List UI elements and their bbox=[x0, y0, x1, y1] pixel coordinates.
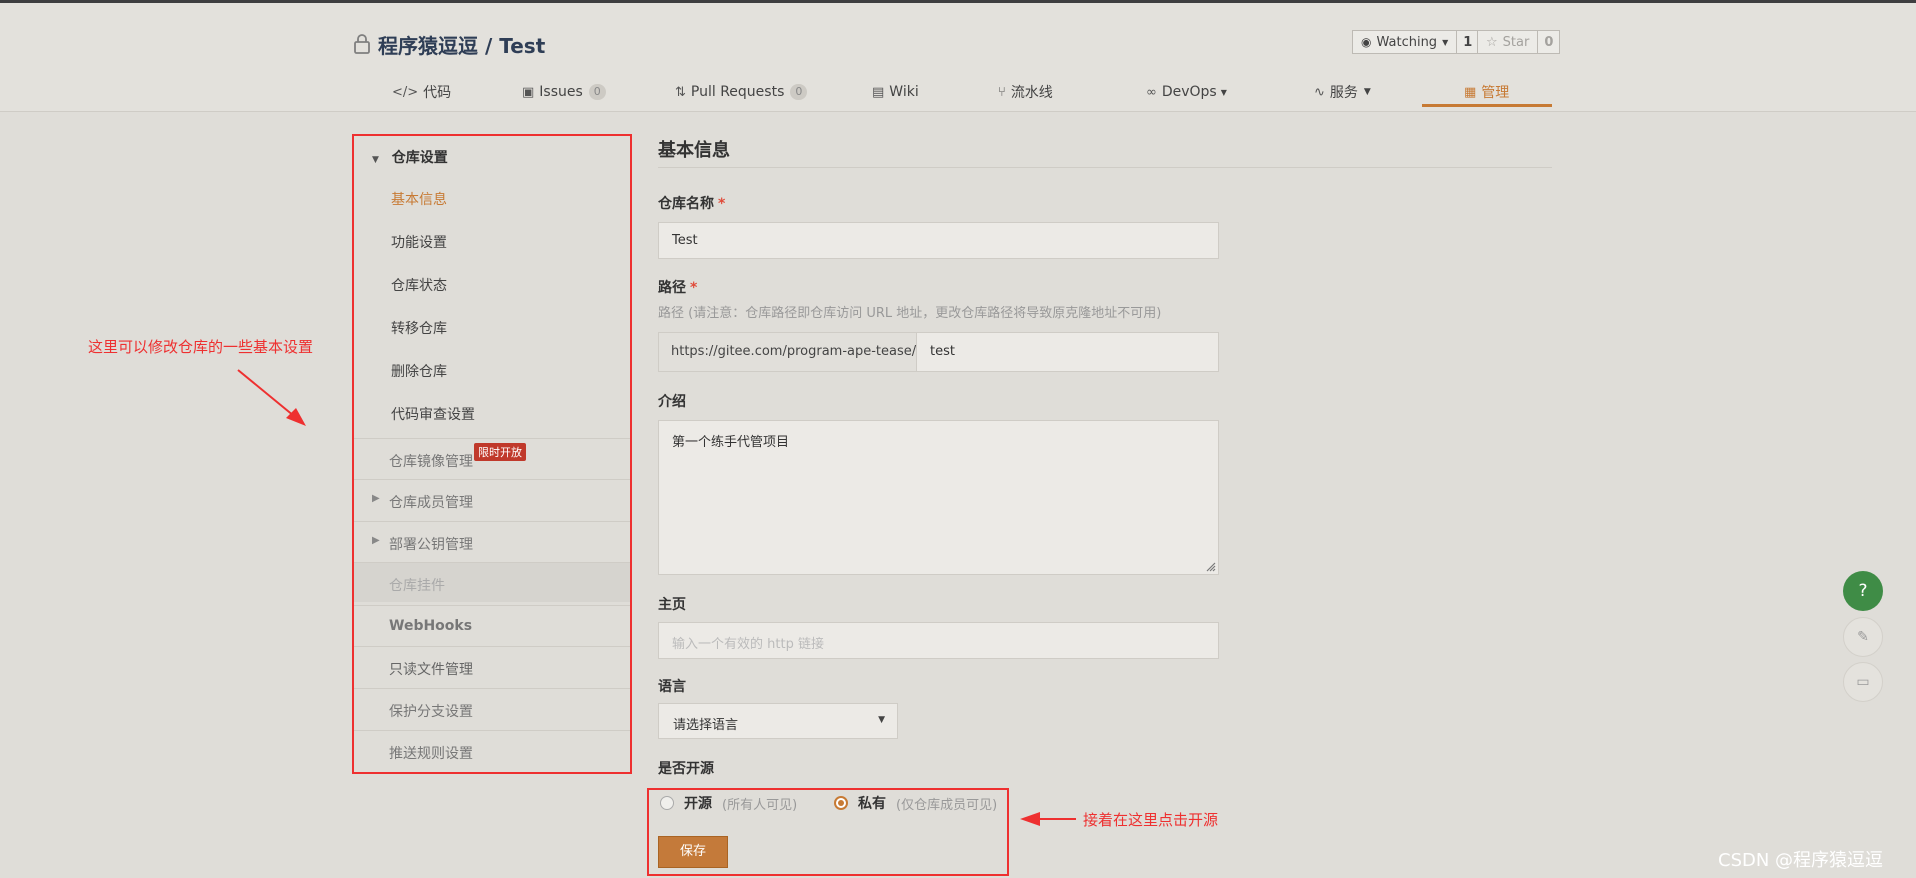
repo-title: 程序猿逗逗 / Test bbox=[378, 30, 545, 59]
lock-icon bbox=[354, 34, 370, 54]
help-button[interactable]: ? bbox=[1843, 571, 1883, 611]
star-label: Star bbox=[1502, 34, 1530, 50]
language-select[interactable]: 请选择语言 ▼ bbox=[658, 703, 898, 739]
title-divider bbox=[658, 167, 1552, 168]
watching-count[interactable]: 1 bbox=[1457, 30, 1480, 54]
language-selected: 请选择语言 bbox=[673, 718, 739, 733]
annotation-arrow-left bbox=[237, 369, 306, 426]
repo-name-input[interactable]: Test bbox=[658, 222, 1219, 259]
repo-header: 程序猿逗逗 / Test ◉ Watching ▼ 1 ☆ Star 0 </>… bbox=[0, 3, 1916, 112]
star-icon: ☆ bbox=[1486, 34, 1498, 50]
edit-icon: ✎ bbox=[1857, 629, 1869, 645]
eye-icon: ◉ bbox=[1361, 35, 1372, 49]
tab-label: 流水线 bbox=[1010, 85, 1053, 101]
repo-owner-link[interactable]: 程序猿逗逗 bbox=[378, 34, 478, 58]
repo-tabs: </> 代码 ▣ Issues 0 ⇅ Pull Requests 0 ▤ Wi… bbox=[352, 73, 1552, 113]
intro-textarea[interactable]: 第一个练手代管项目 bbox=[658, 420, 1219, 575]
repo-name-label: 仓库名称 * bbox=[658, 193, 725, 213]
caret-down-icon: ▼ bbox=[1220, 87, 1227, 97]
tab-wiki[interactable]: ▤ Wiki bbox=[872, 73, 919, 111]
tab-label: Wiki bbox=[889, 84, 919, 100]
pull-request-icon: ⇅ bbox=[675, 84, 686, 100]
tab-pipeline[interactable]: ⑂ 流水线 bbox=[998, 73, 1053, 111]
annotation-box-visibility bbox=[647, 788, 1009, 876]
opensource-label: 是否开源 bbox=[658, 761, 714, 777]
star-count[interactable]: 0 bbox=[1538, 30, 1561, 54]
devops-icon: ∞ bbox=[1146, 84, 1157, 100]
tab-service[interactable]: ∿ 服务 ▼ bbox=[1314, 73, 1371, 111]
annotation-text-right: 接着在这里点击开源 bbox=[1083, 811, 1219, 829]
required-mark: * bbox=[690, 280, 698, 296]
caret-down-icon: ▼ bbox=[1363, 87, 1371, 97]
watermark: CSDN @程序猿逗逗 bbox=[1718, 850, 1884, 871]
page-title: 基本信息 bbox=[658, 140, 730, 161]
tab-label: 代码 bbox=[423, 85, 452, 101]
intro-label: 介绍 bbox=[658, 394, 686, 410]
tab-issues[interactable]: ▣ Issues 0 bbox=[522, 73, 606, 111]
code-icon: </> bbox=[392, 84, 419, 100]
path-prefix: https://gitee.com/program-ape-tease/ bbox=[658, 332, 917, 372]
repo-separator: / bbox=[484, 34, 493, 58]
language-label: 语言 bbox=[658, 679, 686, 695]
watching-label: Watching bbox=[1376, 34, 1438, 50]
watching-button[interactable]: ◉ Watching ▼ bbox=[1352, 30, 1458, 54]
tab-pull-requests[interactable]: ⇅ Pull Requests 0 bbox=[675, 73, 808, 111]
feedback-button[interactable]: ✎ bbox=[1843, 617, 1883, 657]
manage-icon: ▦ bbox=[1464, 84, 1477, 100]
tab-label: 服务 bbox=[1329, 85, 1358, 101]
wiki-icon: ▤ bbox=[872, 84, 885, 100]
tab-label: Issues bbox=[539, 84, 583, 100]
active-tab-indicator bbox=[1422, 104, 1552, 107]
tab-label: Pull Requests bbox=[690, 84, 785, 100]
homepage-label: 主页 bbox=[658, 597, 686, 613]
annotation-text-left: 这里可以修改仓库的一些基本设置 bbox=[88, 338, 314, 356]
chat-icon: ▭ bbox=[1856, 674, 1870, 690]
star-button-group: ☆ Star 0 bbox=[1477, 30, 1561, 54]
annotation-box-sidebar bbox=[352, 134, 632, 774]
tab-code[interactable]: </> 代码 bbox=[392, 73, 451, 111]
tab-label: DevOps bbox=[1161, 84, 1217, 100]
field-label-text: 仓库名称 bbox=[658, 196, 714, 212]
intro-text: 第一个练手代管项目 bbox=[672, 435, 790, 450]
service-icon: ∿ bbox=[1314, 84, 1325, 100]
homepage-input[interactable]: 输入一个有效的 http 链接 bbox=[658, 622, 1219, 659]
caret-down-icon: ▼ bbox=[878, 715, 885, 725]
question-icon: ? bbox=[1858, 581, 1868, 601]
watch-button-group: ◉ Watching ▼ 1 bbox=[1352, 30, 1480, 54]
caret-down-icon: ▼ bbox=[1442, 37, 1449, 47]
chat-button[interactable]: ▭ bbox=[1843, 662, 1883, 702]
required-mark: * bbox=[718, 196, 726, 212]
tab-devops[interactable]: ∞ DevOps ▼ bbox=[1146, 73, 1227, 111]
field-label-text: 路径 bbox=[658, 280, 686, 296]
annotation-arrow-right bbox=[1020, 812, 1076, 826]
path-label: 路径 * bbox=[658, 277, 697, 297]
path-input[interactable]: test bbox=[917, 332, 1219, 372]
star-button[interactable]: ☆ Star bbox=[1477, 30, 1539, 54]
tab-label: 管理 bbox=[1481, 85, 1510, 101]
pr-count-badge: 0 bbox=[790, 84, 808, 100]
resize-handle-icon[interactable] bbox=[1204, 560, 1216, 572]
issues-icon: ▣ bbox=[522, 84, 535, 100]
issues-count-badge: 0 bbox=[588, 84, 606, 100]
pipeline-icon: ⑂ bbox=[998, 84, 1006, 100]
repo-name-link[interactable]: Test bbox=[499, 34, 545, 58]
path-hint: 路径 (请注意：仓库路径即仓库访问 URL 地址，更改仓库路径将导致原克隆地址不… bbox=[658, 306, 1162, 321]
